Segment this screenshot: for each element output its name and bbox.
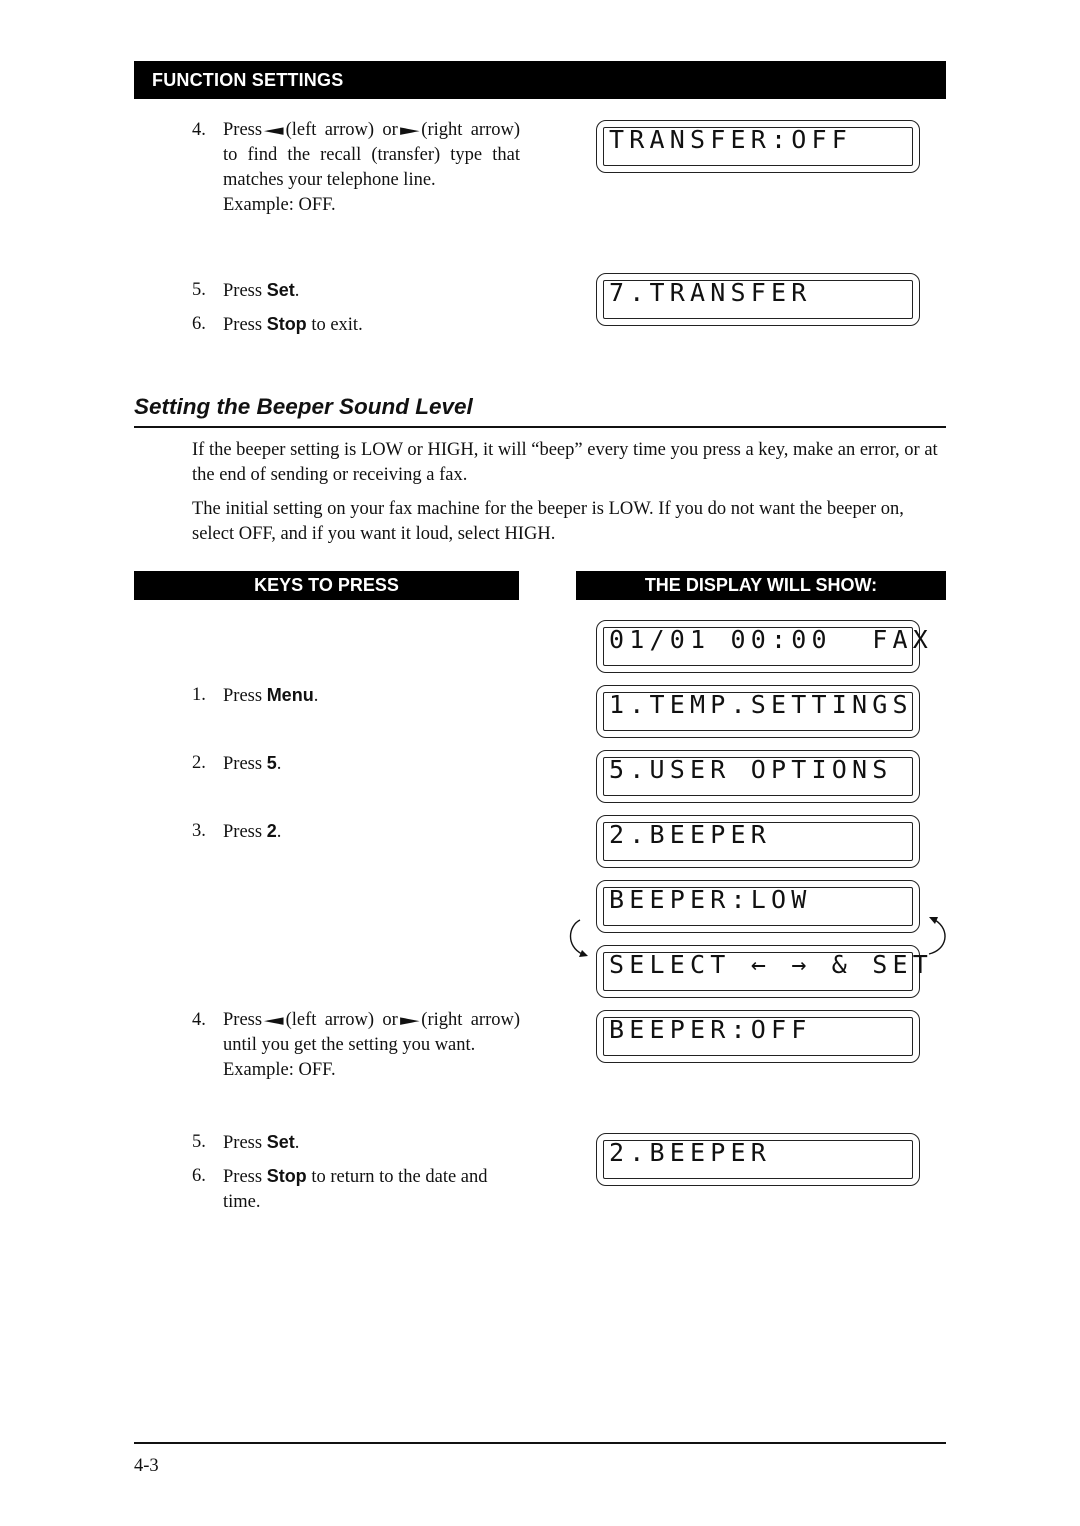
key-2: 2 <box>266 821 277 841</box>
step-number: 3. <box>192 821 206 841</box>
step-number: 4. <box>192 1010 206 1030</box>
lcd-text: 7.TRANSFER <box>609 278 812 307</box>
step-text: (left arrow) or <box>285 120 398 140</box>
lcd-display: 7.TRANSFER <box>596 273 920 326</box>
transfer-step-4: 4. Press ◄ (left arrow) or ► (right arrow) t… <box>192 118 520 218</box>
step-text: Press <box>223 1167 263 1187</box>
left-arrow-key-icon: ◄ <box>264 121 284 139</box>
lcd-display: 1.TEMP.SETTINGS <box>596 685 920 738</box>
transfer-step-5: 5. Press Set. <box>192 278 520 304</box>
step-number: 5. <box>192 280 206 300</box>
lcd-text: TRANSFER:OFF <box>609 125 853 154</box>
beeper-step-4: 4. Press ◄ (left arrow) or ► (right arrow) u… <box>192 1008 520 1083</box>
step-text: to return to the date and time. <box>223 1167 488 1212</box>
step-text: Press <box>223 754 263 774</box>
lcd-text: 2.BEEPER <box>609 820 772 849</box>
key-set: Set <box>266 1132 295 1152</box>
step-text: Press <box>223 686 263 706</box>
lcd-text: 5.USER OPTIONS <box>609 755 893 784</box>
step-text: Press <box>223 281 263 301</box>
beeper-step-5: 5. Press Set. <box>192 1130 520 1156</box>
key-5: 5 <box>266 753 277 773</box>
beeper-step-3: 3. Press 2. <box>192 819 520 845</box>
lcd-display: 01/01 00:00 FAX <box>596 620 928 673</box>
step-text: (left arrow) or <box>285 1010 398 1030</box>
right-arrow-key-icon: ► <box>399 1011 420 1029</box>
cycle-down-arrow-icon <box>569 919 588 957</box>
section-title: FUNCTION SETTINGS <box>152 69 344 90</box>
lcd-text: 1.TEMP.SETTINGS <box>609 690 913 719</box>
step-number: 1. <box>192 685 206 705</box>
key-stop: Stop <box>266 314 307 334</box>
step-number: 2. <box>192 753 206 773</box>
footer-rule <box>134 1442 946 1444</box>
column-title: THE DISPLAY WILL SHOW: <box>644 575 878 595</box>
lcd-display: BEEPER:OFF <box>596 1010 920 1063</box>
step-text: . <box>276 754 282 774</box>
right-arrow-key-icon: ► <box>399 121 420 139</box>
beeper-step-1: 1. Press Menu. <box>192 683 520 709</box>
display-will-show-header: THE DISPLAY WILL SHOW: <box>576 571 946 600</box>
lcd-text: SELECT ← → & SET <box>609 950 934 979</box>
step-text: Press <box>223 1010 263 1030</box>
lcd-display: TRANSFER:OFF <box>596 120 920 173</box>
lcd-text: 2.BEEPER <box>609 1138 772 1167</box>
column-title: KEYS TO PRESS <box>254 575 399 595</box>
step-text: . <box>313 686 319 706</box>
step-example: Example: OFF. <box>223 1060 336 1080</box>
key-menu: Menu <box>266 685 314 705</box>
transfer-step-6: 6. Press Stop to exit. <box>192 312 520 338</box>
step-number: 6. <box>192 1166 206 1186</box>
step-text: . <box>276 822 282 842</box>
lcd-text: 01/01 00:00 FAX <box>609 625 934 654</box>
step-text: Press <box>223 822 263 842</box>
beeper-step-2: 2. Press 5. <box>192 751 520 777</box>
step-text: to exit. <box>306 315 363 335</box>
section-heading: Setting the Beeper Sound Level <box>134 394 473 419</box>
step-text: Press <box>223 315 263 335</box>
lcd-display: SELECT ← → & SET <box>596 945 928 998</box>
section-header-bar: FUNCTION SETTINGS <box>134 61 946 99</box>
key-set: Set <box>266 280 295 300</box>
lcd-text: BEEPER:LOW <box>609 885 812 914</box>
keys-to-press-header: KEYS TO PRESS <box>134 571 519 600</box>
lcd-display: 2.BEEPER <box>596 815 920 868</box>
left-arrow-key-icon: ◄ <box>264 1011 284 1029</box>
step-example: Example: OFF. <box>223 195 336 215</box>
step-number: 4. <box>192 120 206 140</box>
lcd-display: 5.USER OPTIONS <box>596 750 920 803</box>
step-number: 5. <box>192 1132 206 1152</box>
step-number: 6. <box>192 314 206 334</box>
step-text: Press <box>223 1133 263 1153</box>
step-text: Press <box>223 120 263 140</box>
step-text: . <box>294 1133 300 1153</box>
heading-rule <box>134 426 946 428</box>
step-text: . <box>294 281 300 301</box>
paragraph: If the beeper setting is LOW or HIGH, it… <box>192 440 938 485</box>
lcd-display: BEEPER:LOW <box>596 880 920 933</box>
page-number: 4-3 <box>134 1456 159 1476</box>
lcd-display: 2.BEEPER <box>596 1133 920 1186</box>
cycle-up-arrow-icon <box>928 917 946 955</box>
paragraph: The initial setting on your fax machine … <box>192 499 904 544</box>
beeper-step-6: 6. Press Stop to return to the date and … <box>192 1164 520 1215</box>
lcd-text: BEEPER:OFF <box>609 1015 812 1044</box>
key-stop: Stop <box>266 1166 307 1186</box>
